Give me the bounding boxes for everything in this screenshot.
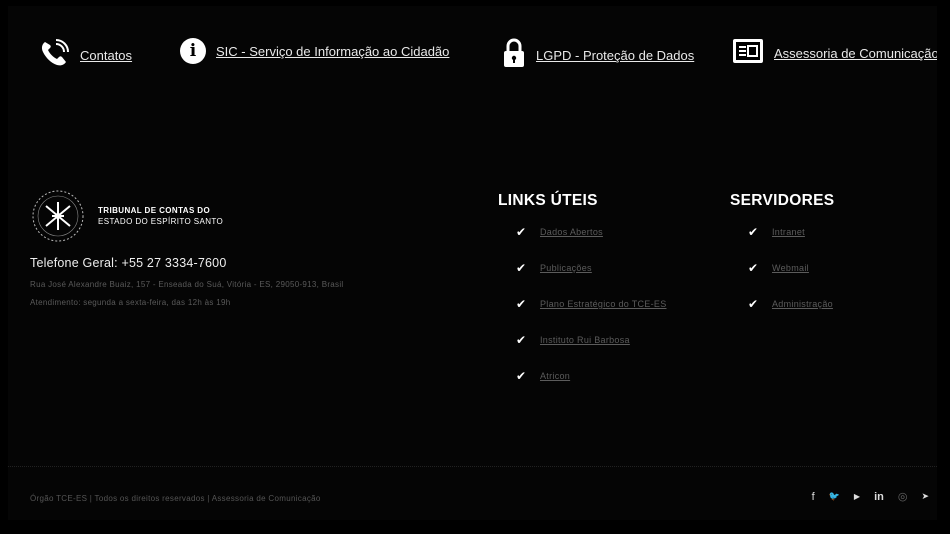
tce-name-line2: ESTADO DO ESPÍRITO SANTO: [98, 217, 224, 226]
assessoria-link[interactable]: Assessoria de Comunicação: [732, 38, 937, 69]
assessoria-label: Assessoria de Comunicação: [774, 46, 937, 61]
list-item[interactable]: ✔ Atricon: [516, 358, 667, 394]
links-uteis-list: ✔ Dados Abertos ✔ Publicações ✔ Plano Estra…: [516, 214, 667, 394]
contatos-link[interactable]: Contatos: [38, 38, 132, 73]
telegram-icon[interactable]: ➤: [921, 491, 929, 502]
link-instituto-rui-barbosa[interactable]: Instituto Rui Barbosa: [540, 335, 630, 345]
copyright-text: Órgão TCE-ES | Todos os direitos reserva…: [30, 494, 321, 503]
list-item[interactable]: ✔ Dados Abertos: [516, 214, 667, 250]
tce-seal-icon: [32, 190, 84, 242]
check-icon: ✔: [516, 225, 527, 239]
lgpd-link[interactable]: LGPD - Proteção de Dados: [502, 38, 694, 73]
link-publicacoes[interactable]: Publicações: [540, 263, 592, 273]
linkedin-icon[interactable]: in: [874, 491, 884, 503]
check-icon: ✔: [516, 261, 527, 275]
phone-number: Telefone Geral: +55 27 3334-7600: [30, 256, 227, 270]
lock-icon: [502, 38, 526, 73]
list-item[interactable]: ✔ Intranet: [748, 214, 833, 250]
links-uteis-heading: LINKS ÚTEIS: [498, 192, 598, 209]
contatos-label: Contatos: [80, 48, 133, 63]
instagram-icon[interactable]: ◎: [898, 490, 908, 503]
list-item[interactable]: ✔ Administração: [748, 286, 833, 322]
page-footer: Contatos i SIC - Serviço de Informação a…: [8, 6, 937, 520]
link-atricon[interactable]: Atricon: [540, 371, 570, 381]
lgpd-label: LGPD - Proteção de Dados: [536, 48, 695, 63]
sic-link[interactable]: i SIC - Serviço de Informação ao Cidadão: [180, 38, 449, 64]
sic-label: SIC - Serviço de Informação ao Cidadão: [216, 43, 450, 59]
facebook-icon[interactable]: f: [812, 491, 815, 503]
link-dados-abertos[interactable]: Dados Abertos: [540, 227, 603, 237]
list-item[interactable]: ✔ Webmail: [748, 250, 833, 286]
check-icon: ✔: [748, 261, 759, 275]
social-links: f 🐦 ▶ in ◎ ➤: [812, 490, 929, 504]
list-item[interactable]: ✔ Publicações: [516, 250, 667, 286]
check-icon: ✔: [516, 297, 527, 311]
link-webmail[interactable]: Webmail: [772, 263, 809, 273]
check-icon: ✔: [516, 369, 527, 383]
link-administracao[interactable]: Administração: [772, 299, 833, 309]
top-link-bar: Contatos i SIC - Serviço de Informação a…: [8, 6, 937, 116]
newspaper-icon: [732, 38, 764, 69]
tce-name: TRIBUNAL DE CONTAS DO ESTADO DO ESPÍRITO…: [98, 205, 223, 227]
phone-icon: [38, 38, 70, 73]
hours-text: Atendimento: segunda a sexta-feira, das …: [30, 298, 231, 307]
address-text: Rua José Alexandre Buaiz, 157 - Enseada …: [30, 280, 344, 289]
link-plano-estrategico[interactable]: Plano Estratégico do TCE-ES: [540, 299, 667, 309]
link-intranet[interactable]: Intranet: [772, 227, 805, 237]
list-item[interactable]: ✔ Instituto Rui Barbosa: [516, 322, 667, 358]
check-icon: ✔: [516, 333, 527, 347]
footer-divider: [8, 466, 937, 467]
tce-name-line1: TRIBUNAL DE CONTAS DO: [98, 206, 211, 215]
check-icon: ✔: [748, 297, 759, 311]
servidores-heading: SERVIDORES: [730, 192, 835, 209]
list-item[interactable]: ✔ Plano Estratégico do TCE-ES: [516, 286, 667, 322]
youtube-icon[interactable]: ▶: [854, 492, 860, 501]
twitter-icon[interactable]: 🐦: [829, 491, 840, 502]
tce-logo[interactable]: TRIBUNAL DE CONTAS DO ESTADO DO ESPÍRITO…: [30, 188, 223, 244]
check-icon: ✔: [748, 225, 759, 239]
info-icon: i: [180, 38, 206, 64]
servidores-list: ✔ Intranet ✔ Webmail ✔ Administração: [748, 214, 833, 322]
